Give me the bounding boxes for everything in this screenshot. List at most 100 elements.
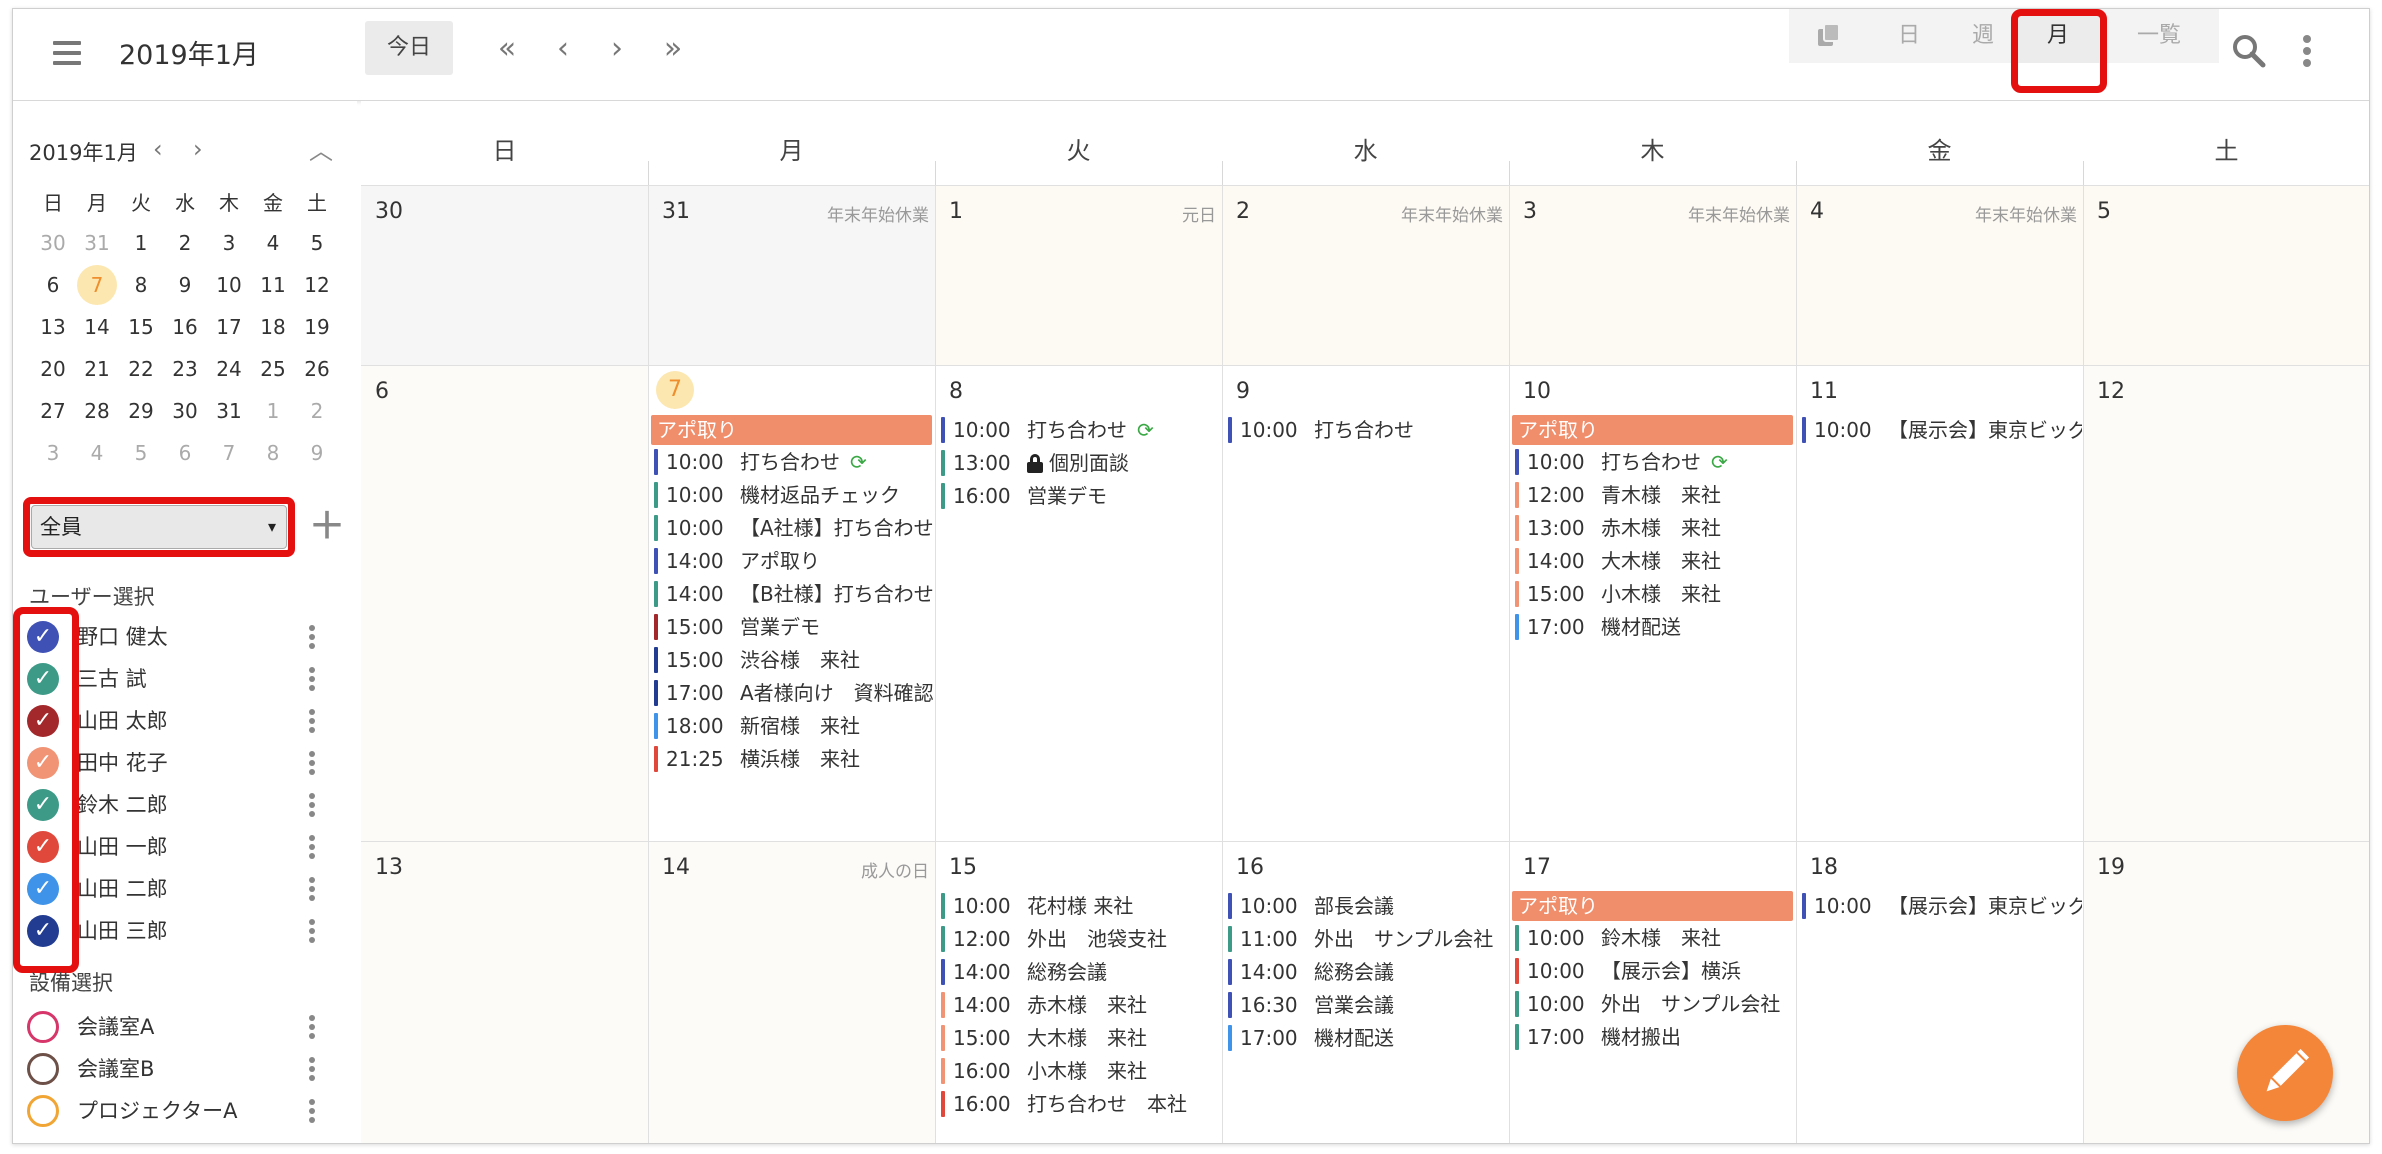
mini-day[interactable]: 8: [121, 265, 161, 305]
prev-year-button[interactable]: «: [487, 31, 527, 71]
view-week-button[interactable]: 週: [1949, 9, 2017, 63]
mini-day[interactable]: 31: [77, 223, 117, 263]
unchecked-circle-icon[interactable]: [27, 1053, 59, 1085]
more-vertical-icon[interactable]: [309, 877, 317, 903]
mini-day[interactable]: 5: [121, 433, 161, 473]
event-item[interactable]: 14:00 【B社様】打ち合わせ: [654, 579, 934, 609]
event-item[interactable]: 10:00 鈴木様 来社: [1515, 923, 1795, 953]
mini-day[interactable]: 16: [165, 307, 205, 347]
day-number[interactable]: 2: [1236, 199, 1250, 224]
unchecked-circle-icon[interactable]: [27, 1095, 59, 1127]
mini-day[interactable]: 27: [33, 391, 73, 431]
event-item[interactable]: 10:00 打ち合わせ ⟳: [1515, 447, 1795, 477]
mini-day[interactable]: 3: [209, 223, 249, 263]
mini-day[interactable]: 8: [253, 433, 293, 473]
event-item[interactable]: 10:00 【展示会】横浜: [1515, 956, 1795, 986]
event-item[interactable]: 17:00 機材配送: [1228, 1023, 1508, 1053]
mini-day[interactable]: 30: [33, 223, 73, 263]
more-vertical-icon[interactable]: [309, 751, 317, 777]
add-icon[interactable]: ＋: [309, 509, 345, 545]
mini-day[interactable]: 15: [121, 307, 161, 347]
day-number[interactable]: 12: [2097, 379, 2125, 404]
event-item[interactable]: 10:00 花村様 来社: [941, 891, 1221, 921]
more-vertical-icon[interactable]: [2297, 31, 2317, 71]
day-cell[interactable]: [2083, 365, 2369, 841]
mini-day[interactable]: 6: [33, 265, 73, 305]
mini-day[interactable]: 1: [121, 223, 161, 263]
mini-day[interactable]: 2: [297, 391, 337, 431]
event-item[interactable]: 10:00 【展示会】東京ビッグサイト: [1802, 891, 2082, 921]
event-item[interactable]: 14:00 総務会議: [1228, 957, 1508, 987]
day-number[interactable]: 3: [1523, 199, 1537, 224]
more-vertical-icon[interactable]: [309, 1099, 317, 1125]
event-item[interactable]: 16:00 打ち合わせ 本社: [941, 1089, 1221, 1119]
day-number[interactable]: 6: [375, 379, 389, 404]
more-vertical-icon[interactable]: [309, 1057, 317, 1083]
mini-day[interactable]: 21: [77, 349, 117, 389]
event-item[interactable]: 16:30 営業会議: [1228, 990, 1508, 1020]
day-cell[interactable]: [2083, 185, 2369, 365]
search-icon[interactable]: [2231, 33, 2271, 73]
event-item[interactable]: 17:00 A者様向け 資料確認: [654, 678, 934, 708]
event-item[interactable]: 21:25 横浜様 来社: [654, 744, 934, 774]
user-filter-select[interactable]: 全員 ▾: [31, 505, 287, 549]
equipment-item[interactable]: 会議室B: [27, 1049, 327, 1091]
day-number[interactable]: 14: [662, 855, 690, 880]
day-cell[interactable]: [648, 841, 935, 1143]
day-number[interactable]: 17: [1523, 855, 1551, 880]
event-item[interactable]: 15:00 営業デモ: [654, 612, 934, 642]
event-item[interactable]: 10:00 【A社様】打ち合わせ: [654, 513, 934, 543]
event-item[interactable]: 10:00 【展示会】東京ビッグサイト: [1802, 415, 2082, 445]
mini-day[interactable]: 4: [253, 223, 293, 263]
equipment-item[interactable]: 会議室A: [27, 1007, 327, 1049]
day-number[interactable]: 10: [1523, 379, 1551, 404]
mini-day[interactable]: 23: [165, 349, 205, 389]
mini-day[interactable]: 18: [253, 307, 293, 347]
day-number[interactable]: 30: [375, 199, 403, 224]
mini-day[interactable]: 2: [165, 223, 205, 263]
event-item[interactable]: 14:00 赤木様 来社: [941, 990, 1221, 1020]
event-item[interactable]: 10:00 外出 サンプル会社: [1515, 989, 1795, 1019]
event-item[interactable]: 10:00 部長会議: [1228, 891, 1508, 921]
mini-day[interactable]: 1: [253, 391, 293, 431]
mini-day[interactable]: 31: [209, 391, 249, 431]
prev-month-button[interactable]: ‹: [543, 31, 583, 71]
day-cell[interactable]: [361, 185, 648, 365]
mini-day[interactable]: 7: [77, 265, 117, 305]
event-item[interactable]: 10:00 打ち合わせ ⟳: [654, 447, 934, 477]
next-year-button[interactable]: »: [653, 31, 693, 71]
day-number[interactable]: 13: [375, 855, 403, 880]
event-item[interactable]: 14:00 アポ取り: [654, 546, 934, 576]
mini-day[interactable]: 7: [209, 433, 249, 473]
event-item[interactable]: 17:00 機材配送: [1515, 612, 1795, 642]
mini-day[interactable]: 26: [297, 349, 337, 389]
mini-day[interactable]: 14: [77, 307, 117, 347]
mini-day[interactable]: 5: [297, 223, 337, 263]
mini-day[interactable]: 19: [297, 307, 337, 347]
more-vertical-icon[interactable]: [309, 793, 317, 819]
mini-day[interactable]: 9: [297, 433, 337, 473]
all-day-event[interactable]: アポ取り: [651, 415, 932, 445]
event-item[interactable]: 10:00 打ち合わせ ⟳: [941, 415, 1221, 445]
mini-day[interactable]: 6: [165, 433, 205, 473]
mini-day[interactable]: 24: [209, 349, 249, 389]
next-month-button[interactable]: ›: [597, 31, 637, 71]
event-item[interactable]: 14:00 大木様 来社: [1515, 546, 1795, 576]
event-item[interactable]: 14:00 総務会議: [941, 957, 1221, 987]
more-vertical-icon[interactable]: [309, 1015, 317, 1041]
mini-day[interactable]: 17: [209, 307, 249, 347]
more-vertical-icon[interactable]: [309, 835, 317, 861]
day-number[interactable]: 16: [1236, 855, 1264, 880]
mini-day[interactable]: 20: [33, 349, 73, 389]
day-number[interactable]: 18: [1810, 855, 1838, 880]
mini-next-month-icon[interactable]: ›: [193, 135, 203, 163]
view-multi-button[interactable]: [1789, 9, 1869, 63]
mini-day[interactable]: 29: [121, 391, 161, 431]
day-cell[interactable]: [361, 365, 648, 841]
mini-day[interactable]: 11: [253, 265, 293, 305]
mini-day[interactable]: 28: [77, 391, 117, 431]
event-item[interactable]: 16:00 小木様 来社: [941, 1056, 1221, 1086]
more-vertical-icon[interactable]: [309, 625, 317, 651]
day-number[interactable]: 5: [2097, 199, 2111, 224]
event-item[interactable]: 15:00 渋谷様 来社: [654, 645, 934, 675]
